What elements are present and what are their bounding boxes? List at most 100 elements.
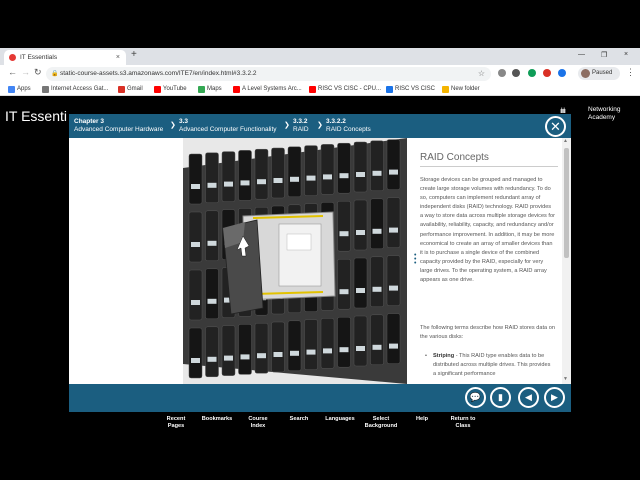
bookmark-item[interactable]: New folder	[442, 83, 480, 96]
breadcrumb-number: 3.3.2.2	[326, 118, 346, 125]
reload-icon[interactable]: ↻	[34, 67, 42, 78]
bookmark-label: Maps	[207, 86, 222, 92]
breadcrumb-number: Chapter 3	[74, 118, 104, 125]
glossary-button[interactable]: 💬	[465, 387, 486, 408]
breadcrumb-page[interactable]: 3.3.2.2 RAID Concepts	[326, 118, 371, 134]
nav-label: Class	[455, 422, 471, 429]
tab-close-icon[interactable]: ×	[116, 50, 120, 65]
title-divider	[420, 166, 558, 167]
restore-button[interactable]: ❐	[601, 51, 607, 59]
close-content-button[interactable]: ✕	[545, 116, 566, 137]
chevron-right-icon: ❯	[170, 122, 176, 129]
nav-bookmarks[interactable]: Bookmarks	[197, 416, 237, 423]
bullet-icon: •	[425, 353, 427, 359]
extension-icon[interactable]	[528, 69, 536, 77]
previous-button[interactable]: ◀	[518, 387, 539, 408]
breadcrumb-label: RAID	[293, 126, 309, 133]
address-bar[interactable]: 🔒 static-course-assets.s3.amazonaws.com/…	[46, 67, 491, 81]
scroll-up-icon[interactable]: ▲	[563, 138, 568, 144]
bookmark-item[interactable]: YouTube	[154, 83, 187, 96]
url-text: static-course-assets.s3.amazonaws.com/IT…	[60, 70, 257, 77]
breadcrumb-topic[interactable]: 3.3.2 RAID	[293, 118, 309, 134]
scroll-down-icon[interactable]: ▼	[563, 376, 568, 382]
extension-icon[interactable]	[512, 69, 520, 77]
scrollbar-thumb[interactable]	[564, 148, 569, 258]
body-paragraph: Storage devices can be grouped and manag…	[420, 177, 555, 284]
breadcrumb-number: 3.3.2	[293, 118, 308, 125]
chevron-right-icon: ❯	[317, 122, 323, 129]
nav-label: Select	[372, 416, 390, 422]
youtube-icon	[233, 86, 240, 93]
page-icon	[386, 86, 393, 93]
brand-line-1: Networking	[588, 106, 621, 113]
bookmark-label: Internet Access Gat...	[51, 86, 109, 92]
list-item: • Striping - This RAID type enables data…	[425, 352, 555, 379]
nav-recent-pages[interactable]: Recent Pages	[156, 416, 196, 429]
browser-tab[interactable]: IT Essentials ×	[4, 50, 126, 65]
nav-label: Return to	[450, 416, 476, 422]
content-panel: RAID Concepts Storage devices can be gro…	[69, 138, 571, 384]
nav-label: Index	[250, 422, 266, 429]
youtube-icon	[154, 86, 161, 93]
bookmark-label: YouTube	[163, 86, 187, 92]
term: Striping	[433, 353, 455, 359]
bookmark-item[interactable]: Maps	[198, 83, 222, 96]
bookmark-label: RISC VS CISC	[395, 86, 436, 92]
bookmark-label: RISC VS CISC - CPU...	[318, 86, 382, 92]
nav-select-background[interactable]: Select Background	[361, 416, 401, 429]
profile-status: Paused	[592, 70, 613, 76]
tab-title: IT Essentials	[20, 54, 58, 61]
breadcrumb-section[interactable]: 3.3 Advanced Computer Functionality	[179, 118, 277, 134]
bookmark-item[interactable]: Gmail	[118, 83, 143, 96]
screen: IT Essentials × + — ❐ × ← → ↻ 🔒 static-c…	[0, 0, 640, 480]
breadcrumb: Chapter 3 Advanced Computer Hardware ❯ 3.…	[69, 114, 571, 138]
scrollbar[interactable]: ▲ ▼	[562, 138, 571, 384]
next-button[interactable]: ▶	[544, 387, 565, 408]
bookmark-button[interactable]: ▮	[490, 387, 511, 408]
forward-arrow-icon[interactable]: →	[21, 67, 30, 77]
nav-label: Languages	[325, 416, 355, 422]
breadcrumb-label: Advanced Computer Hardware	[74, 126, 164, 133]
extension-icon[interactable]	[543, 69, 551, 77]
breadcrumb-chapter[interactable]: Chapter 3 Advanced Computer Hardware	[74, 118, 163, 134]
chevron-right-icon: ❯	[284, 122, 290, 129]
bookmark-item[interactable]: Apps	[8, 83, 31, 96]
bookmark-label: A Level Systems Arc...	[242, 86, 302, 92]
browser-tab-strip: IT Essentials × + — ❐ ×	[0, 48, 640, 65]
nav-languages[interactable]: Languages	[320, 416, 360, 423]
new-tab-button[interactable]: +	[131, 49, 137, 60]
raid-storage-array-image	[183, 138, 407, 384]
app-title: IT Essenti	[5, 108, 67, 124]
page-title: RAID Concepts	[420, 152, 489, 163]
breadcrumb-label: RAID Concepts	[326, 126, 371, 133]
nav-return-to-class[interactable]: Return to Class	[443, 416, 483, 429]
nav-label: Bookmarks	[201, 416, 233, 422]
brand-line-2: Academy	[588, 114, 616, 121]
body-paragraph: The following terms describe how RAID st…	[420, 325, 555, 341]
back-arrow-icon[interactable]: ←	[8, 67, 17, 77]
nav-course-index[interactable]: Course Index	[238, 416, 278, 429]
folder-icon	[442, 86, 449, 93]
nav-label: Recent	[166, 416, 186, 422]
nav-help[interactable]: Help	[402, 416, 442, 423]
breadcrumb-label: Advanced Computer Functionality	[179, 126, 277, 133]
bookmark-star-icon[interactable]: ☆	[478, 67, 485, 81]
nav-search[interactable]: Search	[279, 416, 319, 423]
minimize-button[interactable]: —	[578, 51, 585, 58]
browser-menu-icon[interactable]: ⋮	[626, 67, 635, 78]
nav-label: Help	[415, 416, 429, 422]
gmail-icon	[118, 86, 125, 93]
lock-icon: 🔒	[51, 71, 59, 77]
extension-icon[interactable]	[558, 69, 566, 77]
breadcrumb-number: 3.3	[179, 118, 189, 125]
bookmark-item[interactable]: A Level Systems Arc...	[233, 83, 302, 96]
panel-splitter-handle[interactable]: • • •	[414, 252, 416, 267]
extension-icon[interactable]	[498, 69, 506, 77]
close-window-button[interactable]: ×	[624, 51, 628, 58]
bookmark-item[interactable]: RISC VS CISC	[386, 83, 435, 96]
brand-text: Networking Academy	[588, 106, 621, 122]
bookmark-item[interactable]: RISC VS CISC - CPU...	[309, 83, 381, 96]
nav-label: Background	[364, 422, 398, 429]
profile-button[interactable]: Paused	[578, 67, 620, 80]
bookmark-item[interactable]: Internet Access Gat...	[42, 83, 108, 96]
